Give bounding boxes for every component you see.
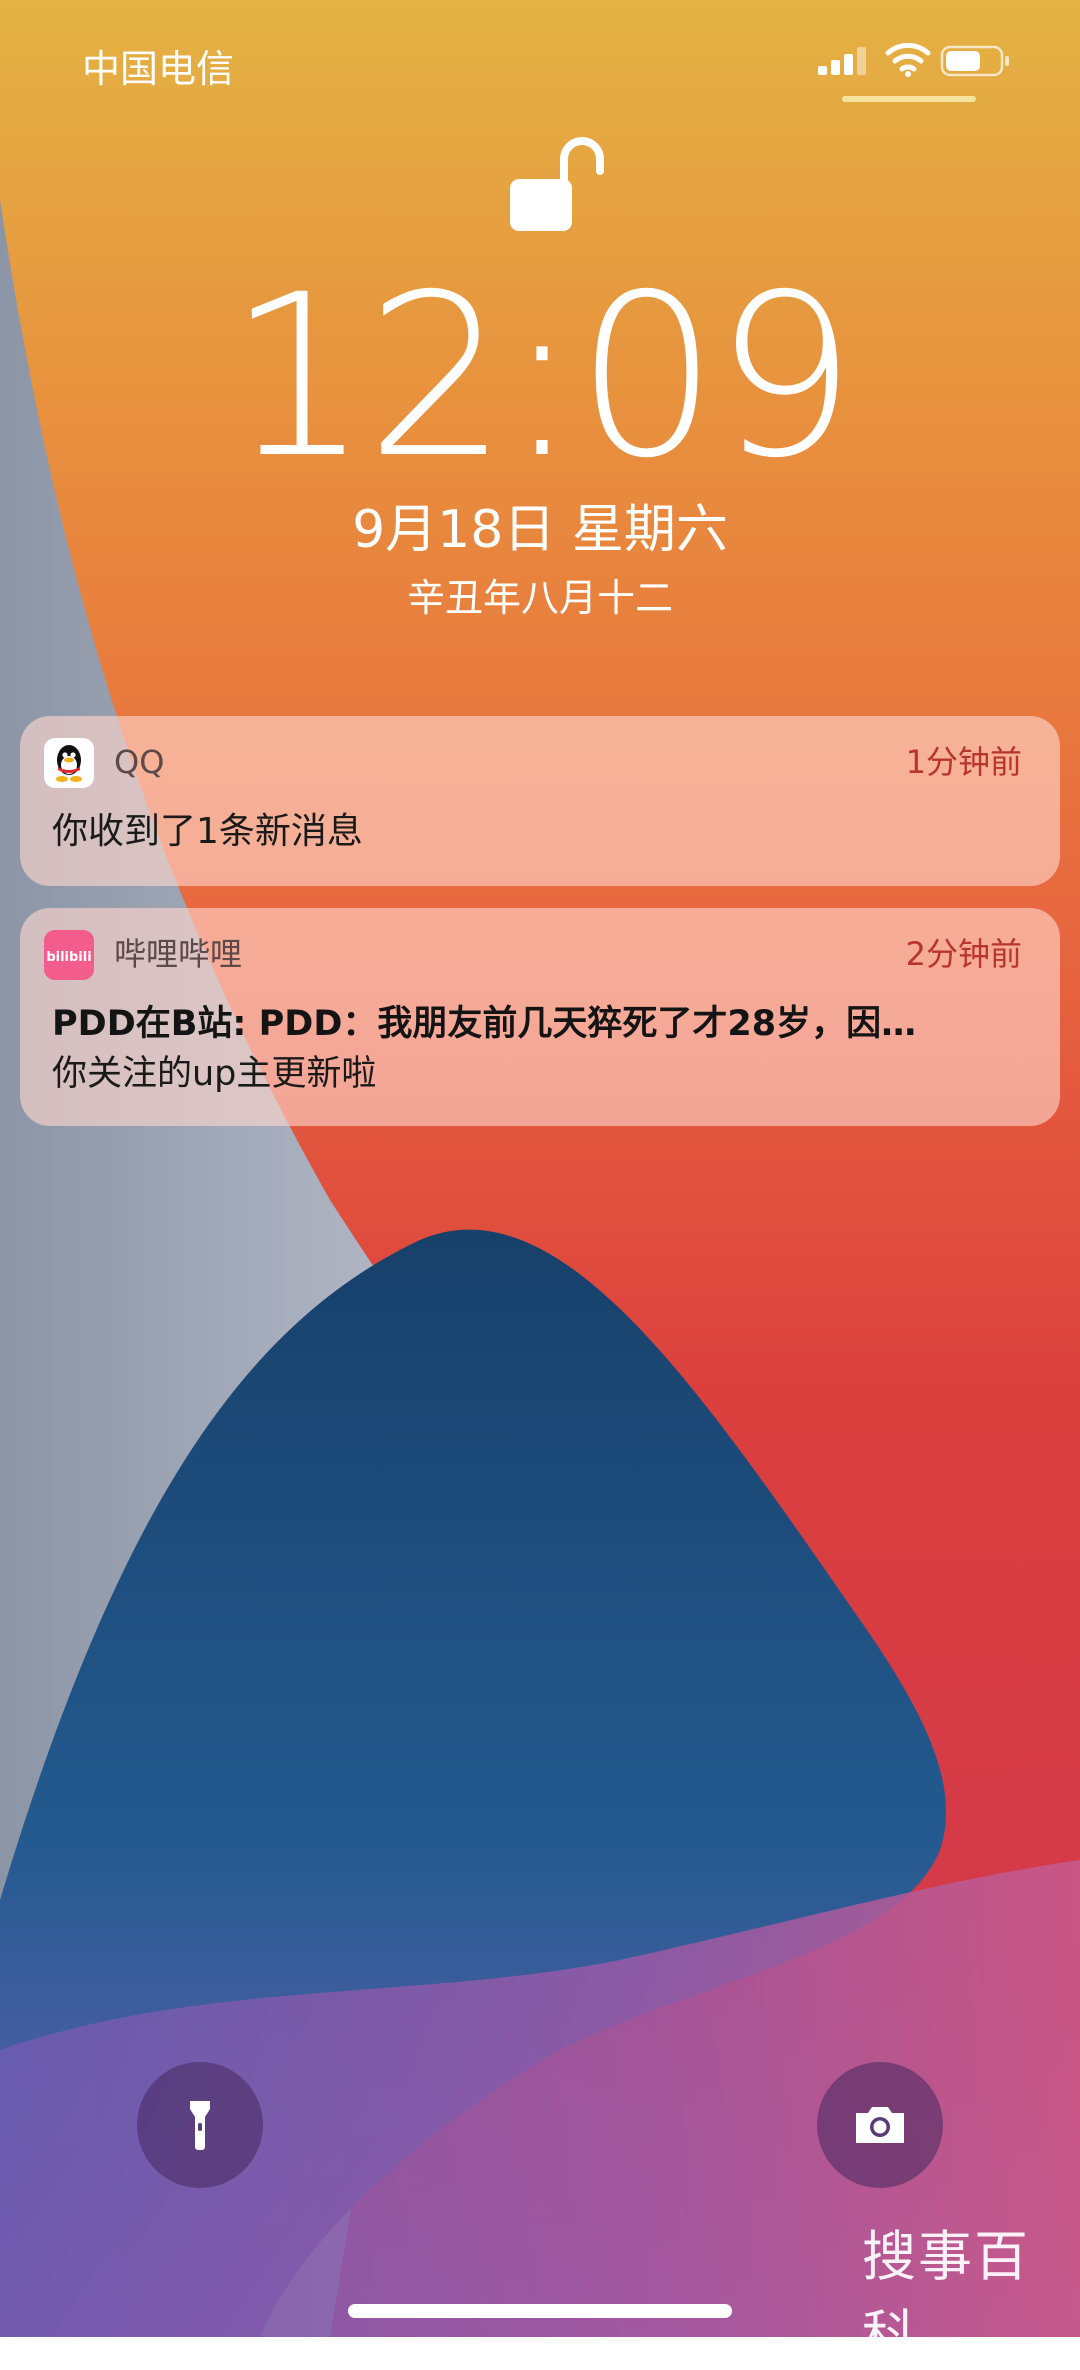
notification-app-name: QQ: [114, 743, 165, 781]
qq-app-icon: [44, 738, 94, 788]
lunar-date: 辛丑年八月十二: [406, 576, 673, 620]
notification-body: 你收到了1条新消息: [52, 811, 363, 852]
home-indicator[interactable]: [348, 2304, 732, 2318]
notification-bilibili[interactable]: bilibili 哔哩哔哩 2分钟前 PDD在B站: PDD：我朋友前几天猝死了…: [20, 908, 1060, 1126]
wifi-icon: [885, 42, 931, 77]
lock-screen-time: 12:09: [227, 246, 857, 507]
notification-app-name: 哔哩哔哩: [114, 935, 243, 973]
signal-icon: [818, 47, 866, 75]
notification-time: 2分钟前: [905, 935, 1022, 973]
watermark: 搜事百科: [862, 2225, 1030, 2367]
notification-qq[interactable]: QQ 1分钟前 你收到了1条新消息: [20, 716, 1060, 886]
camera-icon: [856, 2107, 904, 2143]
notification-body: 你关注的up主更新啦: [52, 1054, 377, 1094]
status-bar[interactable]: 中国电信: [0, 0, 1080, 130]
battery-icon: [940, 45, 1009, 77]
notification-title: PDD在B站: PDD：我朋友前几天猝死了才28岁，因…: [52, 1004, 917, 1044]
flashlight-button[interactable]: [137, 2062, 263, 2188]
flashlight-icon: [190, 2101, 210, 2150]
bilibili-logo-text: bilibili: [46, 950, 91, 965]
notification-time: 1分钟前: [905, 743, 1022, 781]
camera-button[interactable]: [817, 2062, 943, 2188]
control-center-indicator[interactable]: [842, 96, 976, 102]
unlocked-padlock-icon: [510, 137, 604, 231]
bilibili-app-icon: bilibili: [44, 930, 94, 980]
lock-screen-date: 9月18日 星期六: [352, 500, 728, 560]
carrier-name: 中国电信: [82, 47, 235, 91]
